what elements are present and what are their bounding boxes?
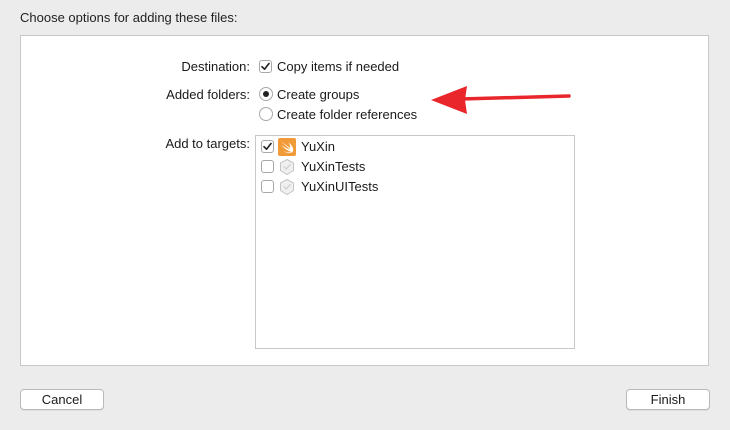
radio-selected-dot bbox=[263, 91, 269, 97]
checkmark-icon bbox=[261, 62, 270, 70]
target-row-yuxintests[interactable]: YuXinTests bbox=[256, 157, 574, 177]
checkmark-icon bbox=[263, 142, 272, 150]
test-target-icon bbox=[280, 158, 294, 176]
test-target-icon bbox=[280, 178, 294, 196]
dialog-header: Choose options for adding these files: bbox=[20, 10, 238, 25]
target-row-yuxin[interactable]: YuXin bbox=[256, 137, 574, 157]
destination-label: Destination: bbox=[181, 59, 250, 74]
create-folder-references-radio[interactable] bbox=[259, 107, 273, 121]
target-checkbox-yuxinuitests[interactable] bbox=[261, 180, 274, 193]
target-name: YuXinTests bbox=[301, 159, 366, 174]
target-row-yuxinuitests[interactable]: YuXinUITests bbox=[256, 177, 574, 197]
finish-button[interactable]: Finish bbox=[626, 389, 710, 410]
options-panel: Destination: Copy items if needed Added … bbox=[20, 35, 709, 366]
copy-items-label[interactable]: Copy items if needed bbox=[277, 59, 399, 74]
annotation-arrow-icon bbox=[431, 86, 571, 114]
target-checkbox-yuxin[interactable] bbox=[261, 140, 274, 153]
create-groups-radio[interactable] bbox=[259, 87, 273, 101]
create-groups-label[interactable]: Create groups bbox=[277, 87, 359, 102]
swift-app-icon bbox=[278, 138, 296, 156]
create-folder-references-label[interactable]: Create folder references bbox=[277, 107, 417, 122]
added-folders-label: Added folders: bbox=[166, 87, 250, 102]
cancel-button[interactable]: Cancel bbox=[20, 389, 104, 410]
target-name: YuXinUITests bbox=[301, 179, 379, 194]
add-to-targets-label: Add to targets: bbox=[165, 136, 250, 151]
target-name: YuXin bbox=[301, 139, 335, 154]
target-checkbox-yuxintests[interactable] bbox=[261, 160, 274, 173]
targets-list[interactable]: YuXin YuXinTests YuXinUITests bbox=[255, 135, 575, 349]
copy-items-checkbox[interactable] bbox=[259, 60, 272, 73]
